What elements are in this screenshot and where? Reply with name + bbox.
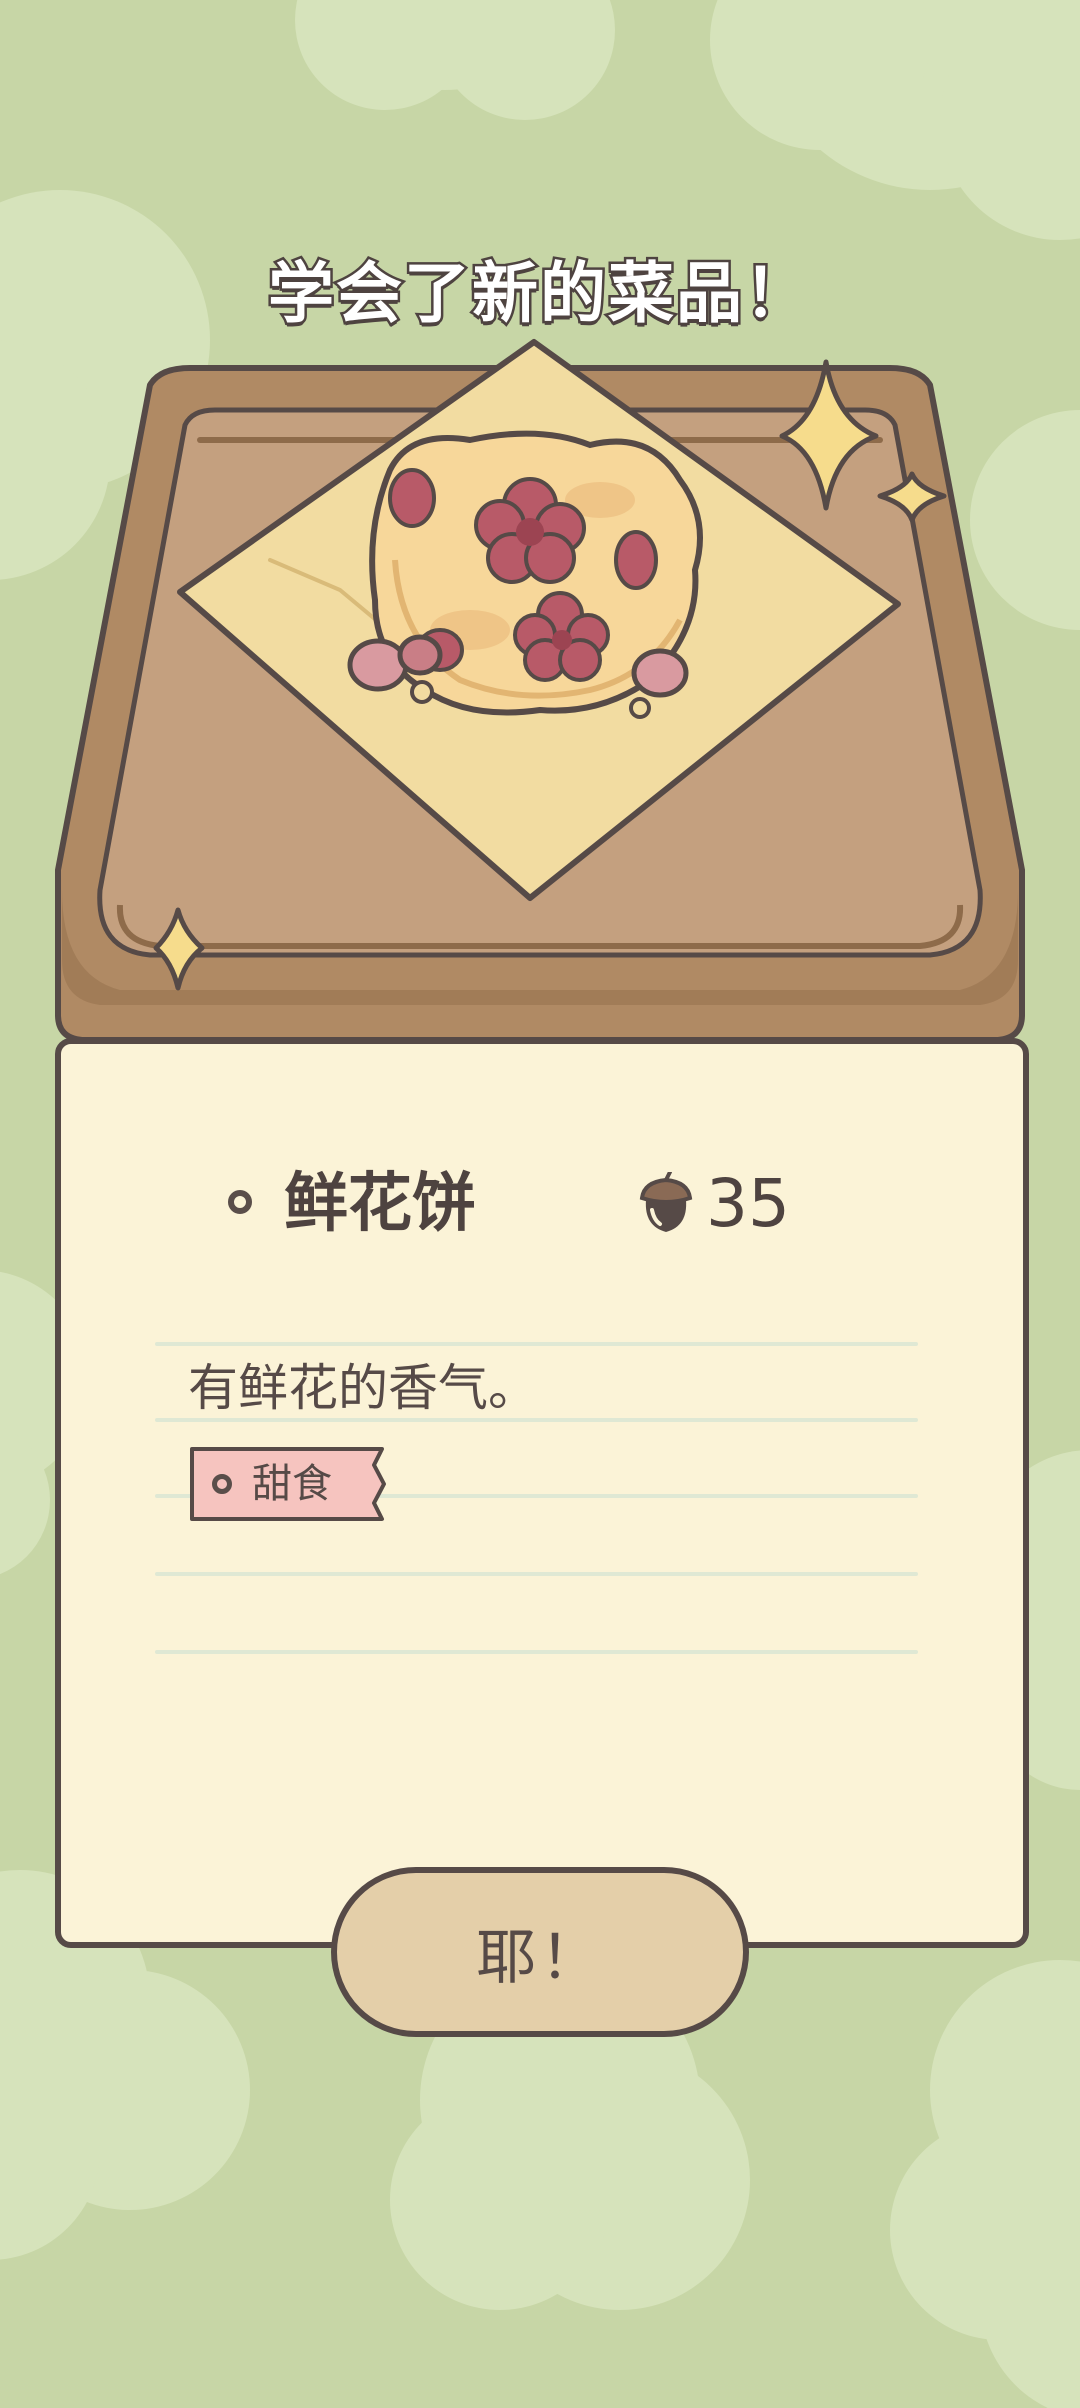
ruled-line <box>155 1572 918 1576</box>
tag-bullet-icon <box>212 1474 232 1494</box>
dish-illustration <box>55 339 1025 1043</box>
confirm-button[interactable]: 耶！ <box>331 1867 749 2037</box>
tag-label: 甜食 <box>252 1461 332 1507</box>
ruled-line <box>155 1650 918 1654</box>
dish-name: 鲜花饼 <box>284 1167 476 1241</box>
ruled-line <box>155 1342 918 1346</box>
confirm-button-label: 耶！ <box>476 1922 604 1993</box>
bullet-icon <box>228 1190 252 1214</box>
acorn-icon <box>639 1172 693 1232</box>
price-value: 35 <box>706 1165 790 1242</box>
dish-description: 有鲜花的香气。 <box>188 1359 538 1417</box>
popup-title: 学会了新的菜品！ <box>266 253 813 335</box>
dish-category-tag: 甜食 <box>188 1445 388 1523</box>
dish-name-row: 鲜花饼 35 <box>0 1160 1080 1250</box>
